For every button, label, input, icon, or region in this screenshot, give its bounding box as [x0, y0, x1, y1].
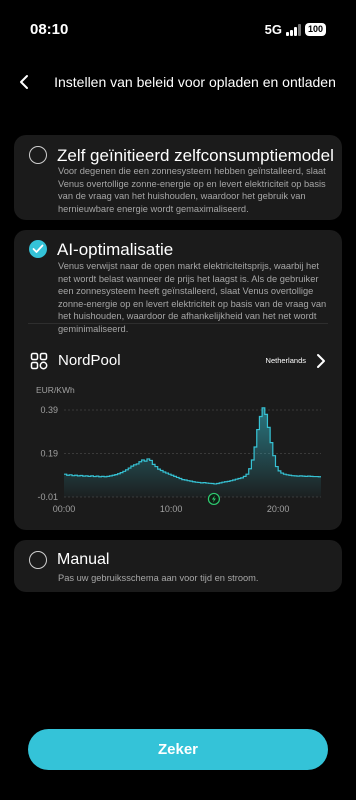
battery-icon: 100	[304, 23, 326, 36]
status-time: 08:10	[30, 21, 69, 38]
x-tick-label: 10:00	[160, 504, 183, 514]
y-tick-label: 0.19	[40, 449, 58, 459]
radio-button[interactable]	[29, 551, 47, 569]
network-type: 5G	[264, 22, 282, 37]
back-button[interactable]	[12, 70, 36, 94]
chevron-left-icon	[20, 75, 28, 89]
y-tick-label: -0.01	[37, 492, 58, 502]
option-card-manual[interactable]: Manual Pas uw gebruiksschema aan voor ti…	[14, 540, 342, 592]
page-title: Instellen van beleid voor opladen en ont…	[54, 74, 336, 90]
x-tick-label: 20:00	[267, 504, 290, 514]
confirm-button[interactable]: Zeker	[28, 729, 328, 770]
option-card-self-consumption[interactable]: Zelf geïnitieerd zelfconsumptiemodel Voo…	[14, 135, 342, 220]
price-line	[64, 407, 321, 485]
y-tick-label: 0.39	[40, 405, 58, 415]
price-chart: 0.39 0.19 -0.01 00:00 10:00 20:00	[37, 405, 321, 514]
header: Instellen van beleid voor opladen en ont…	[0, 60, 356, 104]
status-indicators: 5G 100	[265, 22, 326, 37]
option-card-ai-optimization[interactable]: AI-optimalisatie Venus verwijst naar de …	[14, 230, 342, 530]
option-title: Manual	[57, 551, 110, 568]
option-title: Zelf geïnitieerd zelfconsumptiemodel	[57, 146, 334, 165]
x-tick-label: 00:00	[53, 504, 76, 514]
signal-icon	[285, 23, 301, 36]
option-description: Voor degenen die een zonnesysteem hebben…	[58, 166, 326, 214]
status-bar: 08:10 5G 100	[0, 0, 356, 56]
radio-button[interactable]	[29, 146, 47, 164]
option-description: Pas uw gebruiksschema aan voor tijd en s…	[58, 573, 259, 583]
price-area	[64, 407, 321, 497]
